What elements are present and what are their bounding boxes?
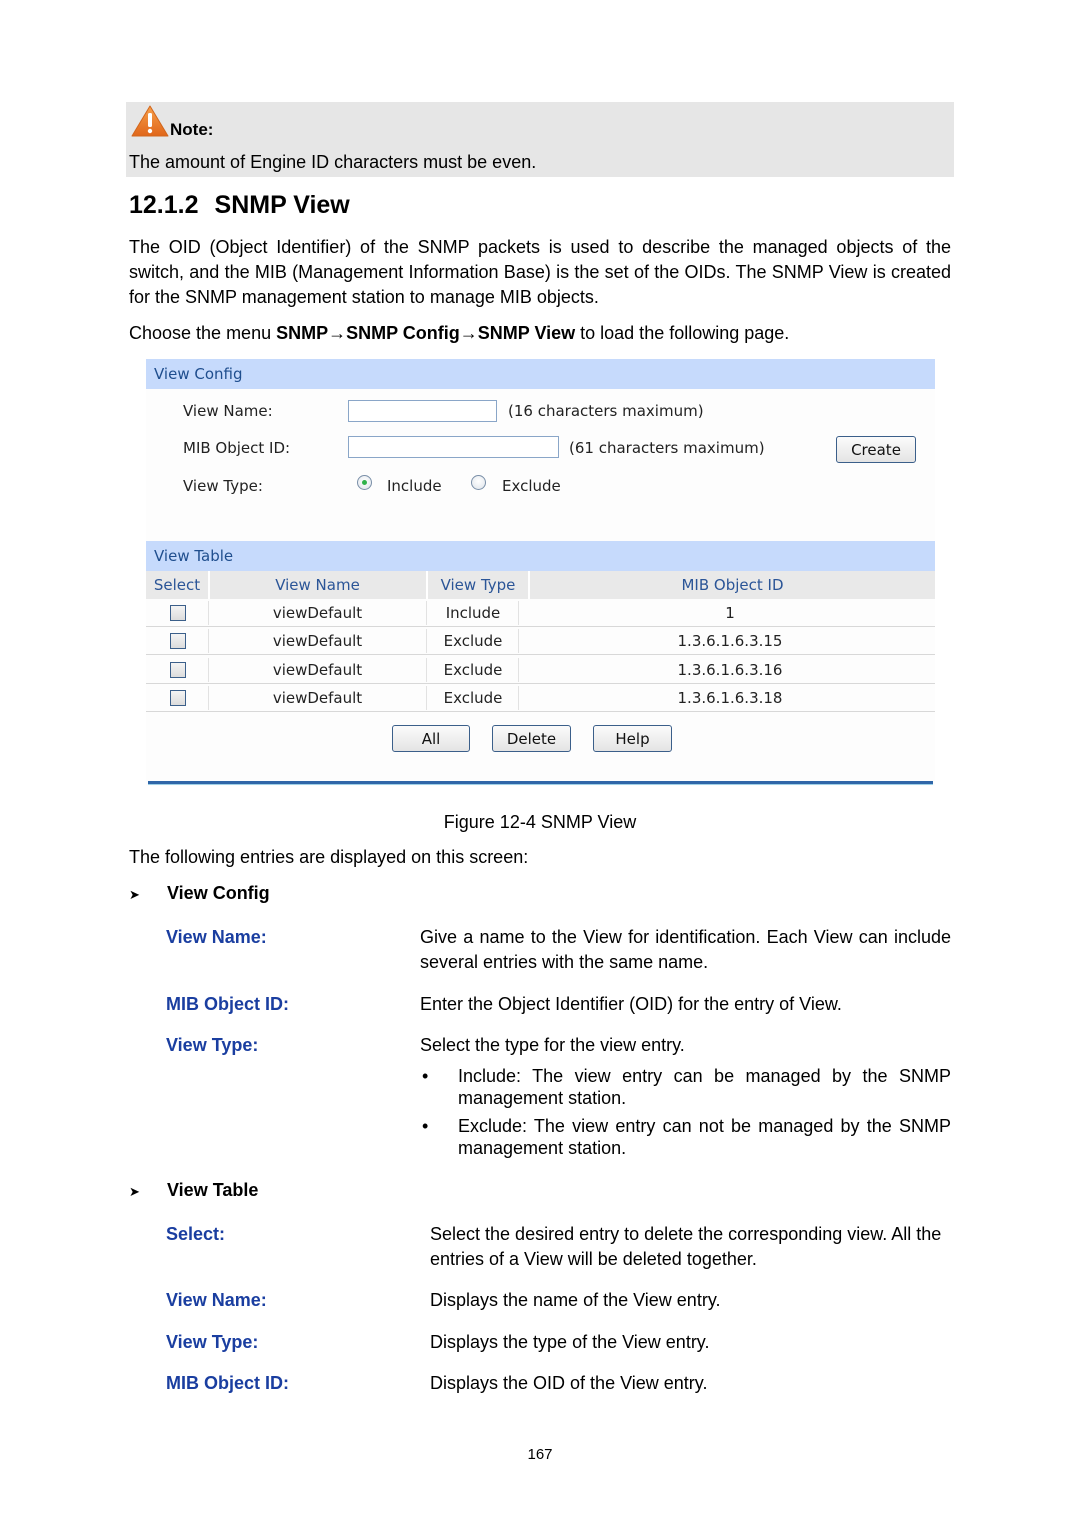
row-view-name: viewDefault (272, 689, 363, 707)
delete-button[interactable]: Delete (492, 725, 571, 752)
figure-caption: Figure 12-4 SNMP View (443, 812, 637, 832)
term-mib-object-id: MIB Object ID: (166, 994, 290, 1014)
view-table-subheading: ➤ View Table (129, 1180, 258, 1201)
create-button[interactable]: Create (836, 436, 916, 463)
table-row: viewDefault Exclude 1.3.6.1.6.3.16 (146, 656, 935, 684)
arrow-bullet-icon: ➤ (129, 1184, 140, 1199)
bullet-icon: • (422, 1066, 429, 1086)
page-number: 167 (527, 1446, 553, 1463)
view-config-subheading-text: View Config (167, 883, 270, 903)
mib-object-id-input[interactable] (348, 436, 559, 458)
row-view-type: Exclude (443, 661, 503, 679)
desc-table-view-type: Displays the type of the View entry. (430, 1332, 710, 1352)
row-mib-object-id: 1.3.6.1.6.3.18 (677, 689, 783, 707)
intro-paragraph: The OID (Object Identifier) of the SNMP … (129, 237, 951, 307)
desc-table-view-name: Displays the name of the View entry. (430, 1290, 721, 1310)
bullet-include: Include: The view entry can be managed b… (458, 1066, 951, 1108)
exclude-radio[interactable] (471, 475, 486, 490)
row-select-checkbox[interactable] (170, 605, 186, 621)
exclude-radio-label[interactable]: Exclude (502, 477, 561, 495)
desc-table-mib-object-id: Displays the OID of the View entry. (430, 1373, 708, 1393)
mib-object-id-hint: (61 characters maximum) (569, 439, 765, 457)
term-view-type: View Type: (166, 1035, 259, 1055)
warning-triangle-icon (130, 104, 170, 138)
table-row: viewDefault Exclude 1.3.6.1.6.3.15 (146, 627, 935, 655)
row-select-checkbox[interactable] (170, 662, 186, 678)
view-name-label: View Name: (183, 402, 273, 420)
note-label: Note: (170, 120, 214, 139)
include-radio-label[interactable]: Include (387, 477, 442, 495)
view-config-header: View Config (146, 359, 935, 389)
view-table-column-headers: Select View Name View Type MIB Object ID (146, 571, 935, 599)
row-mib-object-id: 1 (725, 604, 735, 622)
section-title-text: SNMP View (214, 191, 350, 219)
desc-mib-object-id: Enter the Object Identifier (OID) for th… (420, 994, 842, 1014)
view-name-input[interactable] (348, 400, 497, 422)
following-text: The following entries are displayed on t… (129, 847, 529, 867)
table-row: viewDefault Exclude 1.3.6.1.6.3.18 (146, 684, 935, 712)
section-number: 12.1.2 (129, 191, 199, 219)
row-view-name: viewDefault (272, 661, 363, 679)
snmp-view-figure: View Config View Name: (16 characters ma… (146, 359, 935, 786)
menu-instruction-suffix: to load the following page. (575, 323, 790, 343)
arrow-bullet-icon: ➤ (129, 887, 140, 902)
column-header-view-type: View Type (440, 576, 516, 594)
menu-instruction: Choose the menu SNMP→SNMP Config→SNMP Vi… (129, 321, 951, 346)
column-header-select: Select (153, 576, 201, 594)
select-all-button[interactable]: All (392, 725, 470, 752)
figure-bottom-rule (148, 781, 933, 785)
view-type-label: View Type: (183, 477, 263, 495)
row-select-checkbox[interactable] (170, 690, 186, 706)
bullet-icon: • (422, 1116, 429, 1136)
desc-view-name: Give a name to the View for identificati… (420, 927, 951, 972)
view-table-header: View Table (146, 541, 935, 571)
term-view-name: View Name: (166, 927, 267, 947)
menu-path: SNMP→SNMP Config→SNMP View (276, 323, 576, 343)
term-select: Select: (166, 1224, 226, 1244)
view-config-subheading: ➤ View Config (129, 883, 270, 904)
section-title: 12.1.2 SNMP View (129, 191, 350, 220)
term-table-mib-object-id: MIB Object ID: (166, 1373, 290, 1393)
row-view-type: Exclude (443, 632, 503, 650)
column-header-view-name: View Name (275, 576, 360, 594)
menu-instruction-prefix: Choose the menu (129, 323, 277, 343)
table-row: viewDefault Include 1 (146, 599, 935, 627)
bullet-exclude: Exclude: The view entry can not be manag… (458, 1116, 951, 1158)
view-table-subheading-text: View Table (167, 1180, 259, 1200)
row-mib-object-id: 1.3.6.1.6.3.16 (677, 661, 783, 679)
desc-view-type: Select the type for the view entry. (420, 1035, 685, 1055)
view-name-hint: (16 characters maximum) (508, 402, 704, 420)
note-text: The amount of Engine ID characters must … (129, 152, 537, 172)
row-view-type: Exclude (443, 689, 503, 707)
desc-select: Select the desired entry to delete the c… (430, 1224, 942, 1269)
row-select-checkbox[interactable] (170, 633, 186, 649)
include-radio[interactable] (357, 475, 372, 490)
term-table-view-type: View Type: (166, 1332, 259, 1352)
term-table-view-name: View Name: (166, 1290, 267, 1310)
help-button[interactable]: Help (593, 725, 672, 752)
row-view-name: viewDefault (272, 604, 363, 622)
column-header-mib-object-id: MIB Object ID (681, 576, 784, 594)
row-view-type: Include (445, 604, 501, 622)
row-view-name: viewDefault (272, 632, 363, 650)
row-mib-object-id: 1.3.6.1.6.3.15 (677, 632, 783, 650)
mib-object-id-label: MIB Object ID: (183, 439, 291, 457)
